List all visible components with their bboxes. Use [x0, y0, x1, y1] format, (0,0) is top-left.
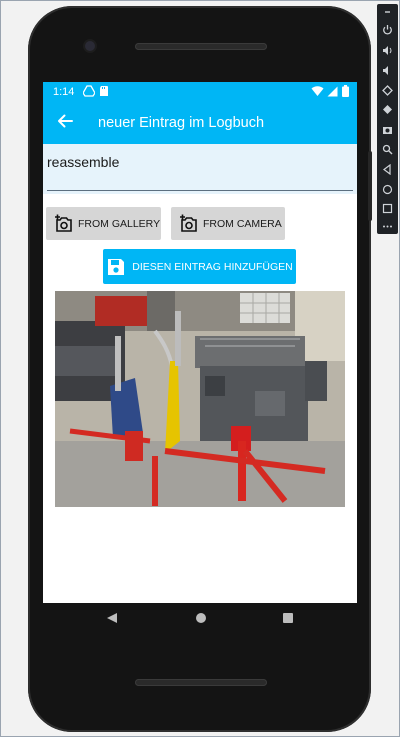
engine-on-stand-photo	[55, 291, 345, 507]
back-arrow-icon[interactable]	[55, 111, 75, 131]
bottom-speaker	[135, 679, 267, 686]
from-gallery-label: FROM GALLERY	[78, 217, 161, 230]
power-key	[368, 151, 372, 221]
top-speaker	[135, 43, 267, 50]
add-entry-button[interactable]: DIESEN EINTRAG HINZUFÜGEN	[103, 249, 296, 284]
volume-up-icon[interactable]	[382, 45, 393, 56]
back-icon[interactable]	[382, 164, 393, 175]
sd-card-icon	[100, 86, 108, 96]
recents-nav-icon[interactable]	[282, 612, 294, 624]
app-screen: 1:14 neuer Eintrag im Logbuch reassemble…	[43, 82, 357, 603]
add-photo-icon	[180, 214, 197, 232]
back-nav-icon[interactable]	[106, 612, 118, 624]
from-gallery-button[interactable]: FROM GALLERY	[46, 207, 161, 240]
volume-down-icon[interactable]	[382, 65, 393, 76]
drive-notification-icon	[83, 85, 95, 97]
battery-icon	[342, 85, 349, 97]
minimize-icon[interactable]	[382, 6, 393, 17]
page-title: neuer Eintrag im Logbuch	[98, 115, 265, 131]
photo-illustration	[55, 291, 345, 507]
more-icon[interactable]	[382, 221, 393, 232]
from-camera-label: FROM CAMERA	[203, 217, 282, 230]
app-bar: neuer Eintrag im Logbuch	[43, 102, 357, 144]
overview-icon[interactable]	[382, 203, 393, 214]
from-camera-button[interactable]: FROM CAMERA	[171, 207, 285, 240]
rotate-left-icon[interactable]	[382, 85, 393, 96]
front-camera	[85, 41, 95, 51]
entry-text-value[interactable]: reassemble	[47, 154, 119, 170]
status-time: 1:14	[53, 86, 75, 98]
field-underline	[47, 190, 353, 191]
save-icon	[108, 258, 125, 275]
zoom-icon[interactable]	[382, 144, 393, 155]
emulator-toolbar	[377, 4, 398, 234]
home-icon[interactable]	[382, 184, 393, 195]
rotate-right-icon[interactable]	[382, 104, 393, 115]
entry-text-field[interactable]: reassemble	[43, 144, 357, 194]
emulator-window: 1:14 neuer Eintrag im Logbuch reassemble…	[0, 0, 400, 737]
power-icon[interactable]	[382, 24, 393, 35]
cell-signal-icon	[327, 86, 338, 97]
home-nav-icon[interactable]	[195, 612, 207, 624]
screenshot-icon[interactable]	[382, 124, 393, 135]
add-photo-icon	[55, 214, 72, 232]
status-bar: 1:14	[43, 82, 357, 102]
add-entry-label: DIESEN EINTRAG HINZUFÜGEN	[132, 260, 293, 273]
wifi-icon	[311, 86, 324, 96]
